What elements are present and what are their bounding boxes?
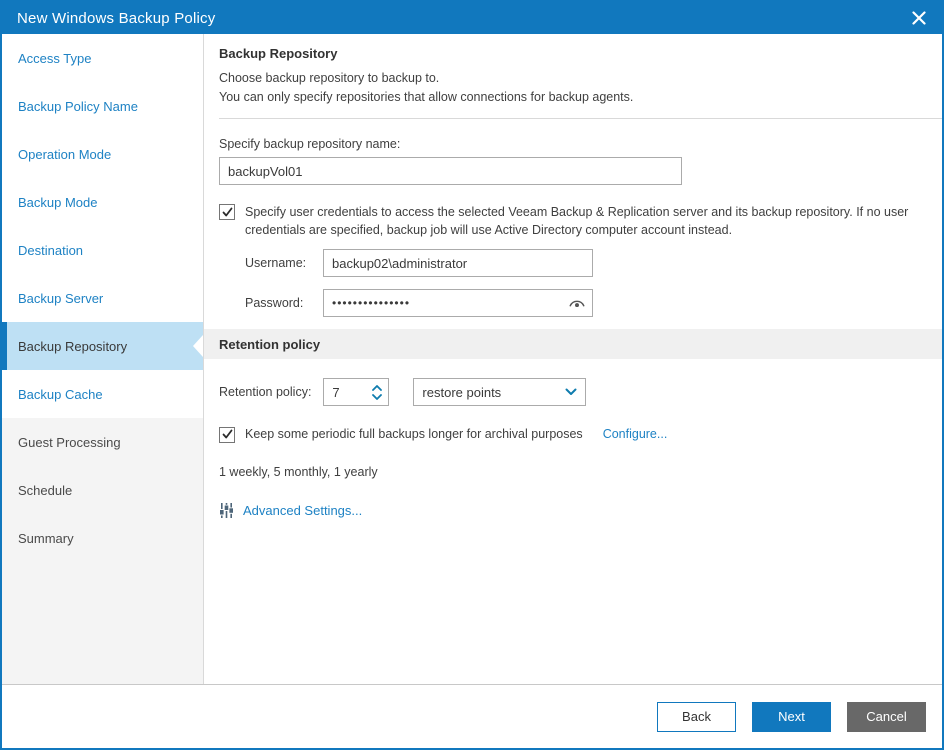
password-label: Password: <box>245 296 323 310</box>
retention-count-input[interactable] <box>324 385 360 400</box>
page-title: Backup Repository <box>219 46 942 61</box>
configure-link[interactable]: Configure... <box>603 427 668 441</box>
spinner-down-button[interactable] <box>372 394 382 400</box>
step-backup-repository[interactable]: Backup Repository <box>2 322 203 370</box>
step-operation-mode[interactable]: Operation Mode <box>2 130 203 178</box>
credentials-checkbox[interactable] <box>219 204 235 220</box>
window-title: New Windows Backup Policy <box>17 10 215 27</box>
chevron-up-icon <box>372 385 382 391</box>
password-row: Password: <box>219 289 942 317</box>
advanced-settings-row: Advanced Settings... <box>219 503 942 518</box>
close-button[interactable] <box>908 7 930 29</box>
titlebar: New Windows Backup Policy <box>2 2 942 34</box>
retention-policy-label: Retention policy: <box>219 385 311 399</box>
credentials-checkbox-label: Specify user credentials to access the s… <box>245 203 942 239</box>
password-input[interactable] <box>323 289 593 317</box>
page-content: Backup Repository Choose backup reposito… <box>204 34 942 684</box>
eye-icon <box>568 297 586 310</box>
archival-checkbox[interactable] <box>219 427 235 443</box>
back-button[interactable]: Back <box>657 702 736 732</box>
close-icon <box>912 11 926 25</box>
sidebar-filler <box>2 562 203 684</box>
retention-policy-row: Retention policy: <box>219 378 942 406</box>
retention-unit-select[interactable]: restore points <box>413 378 586 406</box>
checkmark-icon <box>222 429 233 440</box>
step-backup-mode[interactable]: Backup Mode <box>2 178 203 226</box>
page-header: Backup Repository Choose backup reposito… <box>219 34 942 119</box>
page-description-line2: You can only specify repositories that a… <box>219 88 942 107</box>
archival-check-row: Keep some periodic full backups longer f… <box>219 425 942 443</box>
page-description-line1: Choose backup repository to backup to. <box>219 69 942 88</box>
credentials-check-row: Specify user credentials to access the s… <box>219 203 942 239</box>
step-guest-processing: Guest Processing <box>2 418 203 466</box>
step-schedule: Schedule <box>2 466 203 514</box>
chevron-down-icon <box>372 394 382 400</box>
wizard-steps-sidebar: Access Type Backup Policy Name Operation… <box>2 34 204 684</box>
cancel-button[interactable]: Cancel <box>847 702 926 732</box>
step-access-type[interactable]: Access Type <box>2 34 203 82</box>
repository-name-input[interactable] <box>219 157 682 185</box>
step-backup-server[interactable]: Backup Server <box>2 274 203 322</box>
password-reveal-button[interactable] <box>568 297 586 310</box>
advanced-settings-link[interactable]: Advanced Settings... <box>243 503 362 518</box>
username-row: Username: <box>219 249 942 277</box>
checkmark-icon <box>222 207 233 218</box>
step-summary: Summary <box>2 514 203 562</box>
step-backup-policy-name[interactable]: Backup Policy Name <box>2 82 203 130</box>
retention-section-header: Retention policy <box>204 329 942 359</box>
chevron-down-icon <box>565 388 577 396</box>
new-windows-backup-policy-dialog: New Windows Backup Policy Access Type Ba… <box>0 0 944 750</box>
archival-summary-text: 1 weekly, 5 monthly, 1 yearly <box>219 465 942 479</box>
footer: Back Next Cancel <box>2 684 942 748</box>
repository-name-label: Specify backup repository name: <box>219 137 942 151</box>
retention-unit-value: restore points <box>422 385 501 400</box>
username-label: Username: <box>245 256 323 270</box>
archival-checkbox-label: Keep some periodic full backups longer f… <box>245 425 583 443</box>
retention-count-spinner[interactable] <box>323 378 389 406</box>
username-input[interactable] <box>323 249 593 277</box>
next-button[interactable]: Next <box>752 702 831 732</box>
spinner-up-button[interactable] <box>372 385 382 391</box>
sliders-icon <box>219 503 234 518</box>
step-backup-cache[interactable]: Backup Cache <box>2 370 203 418</box>
step-destination[interactable]: Destination <box>2 226 203 274</box>
